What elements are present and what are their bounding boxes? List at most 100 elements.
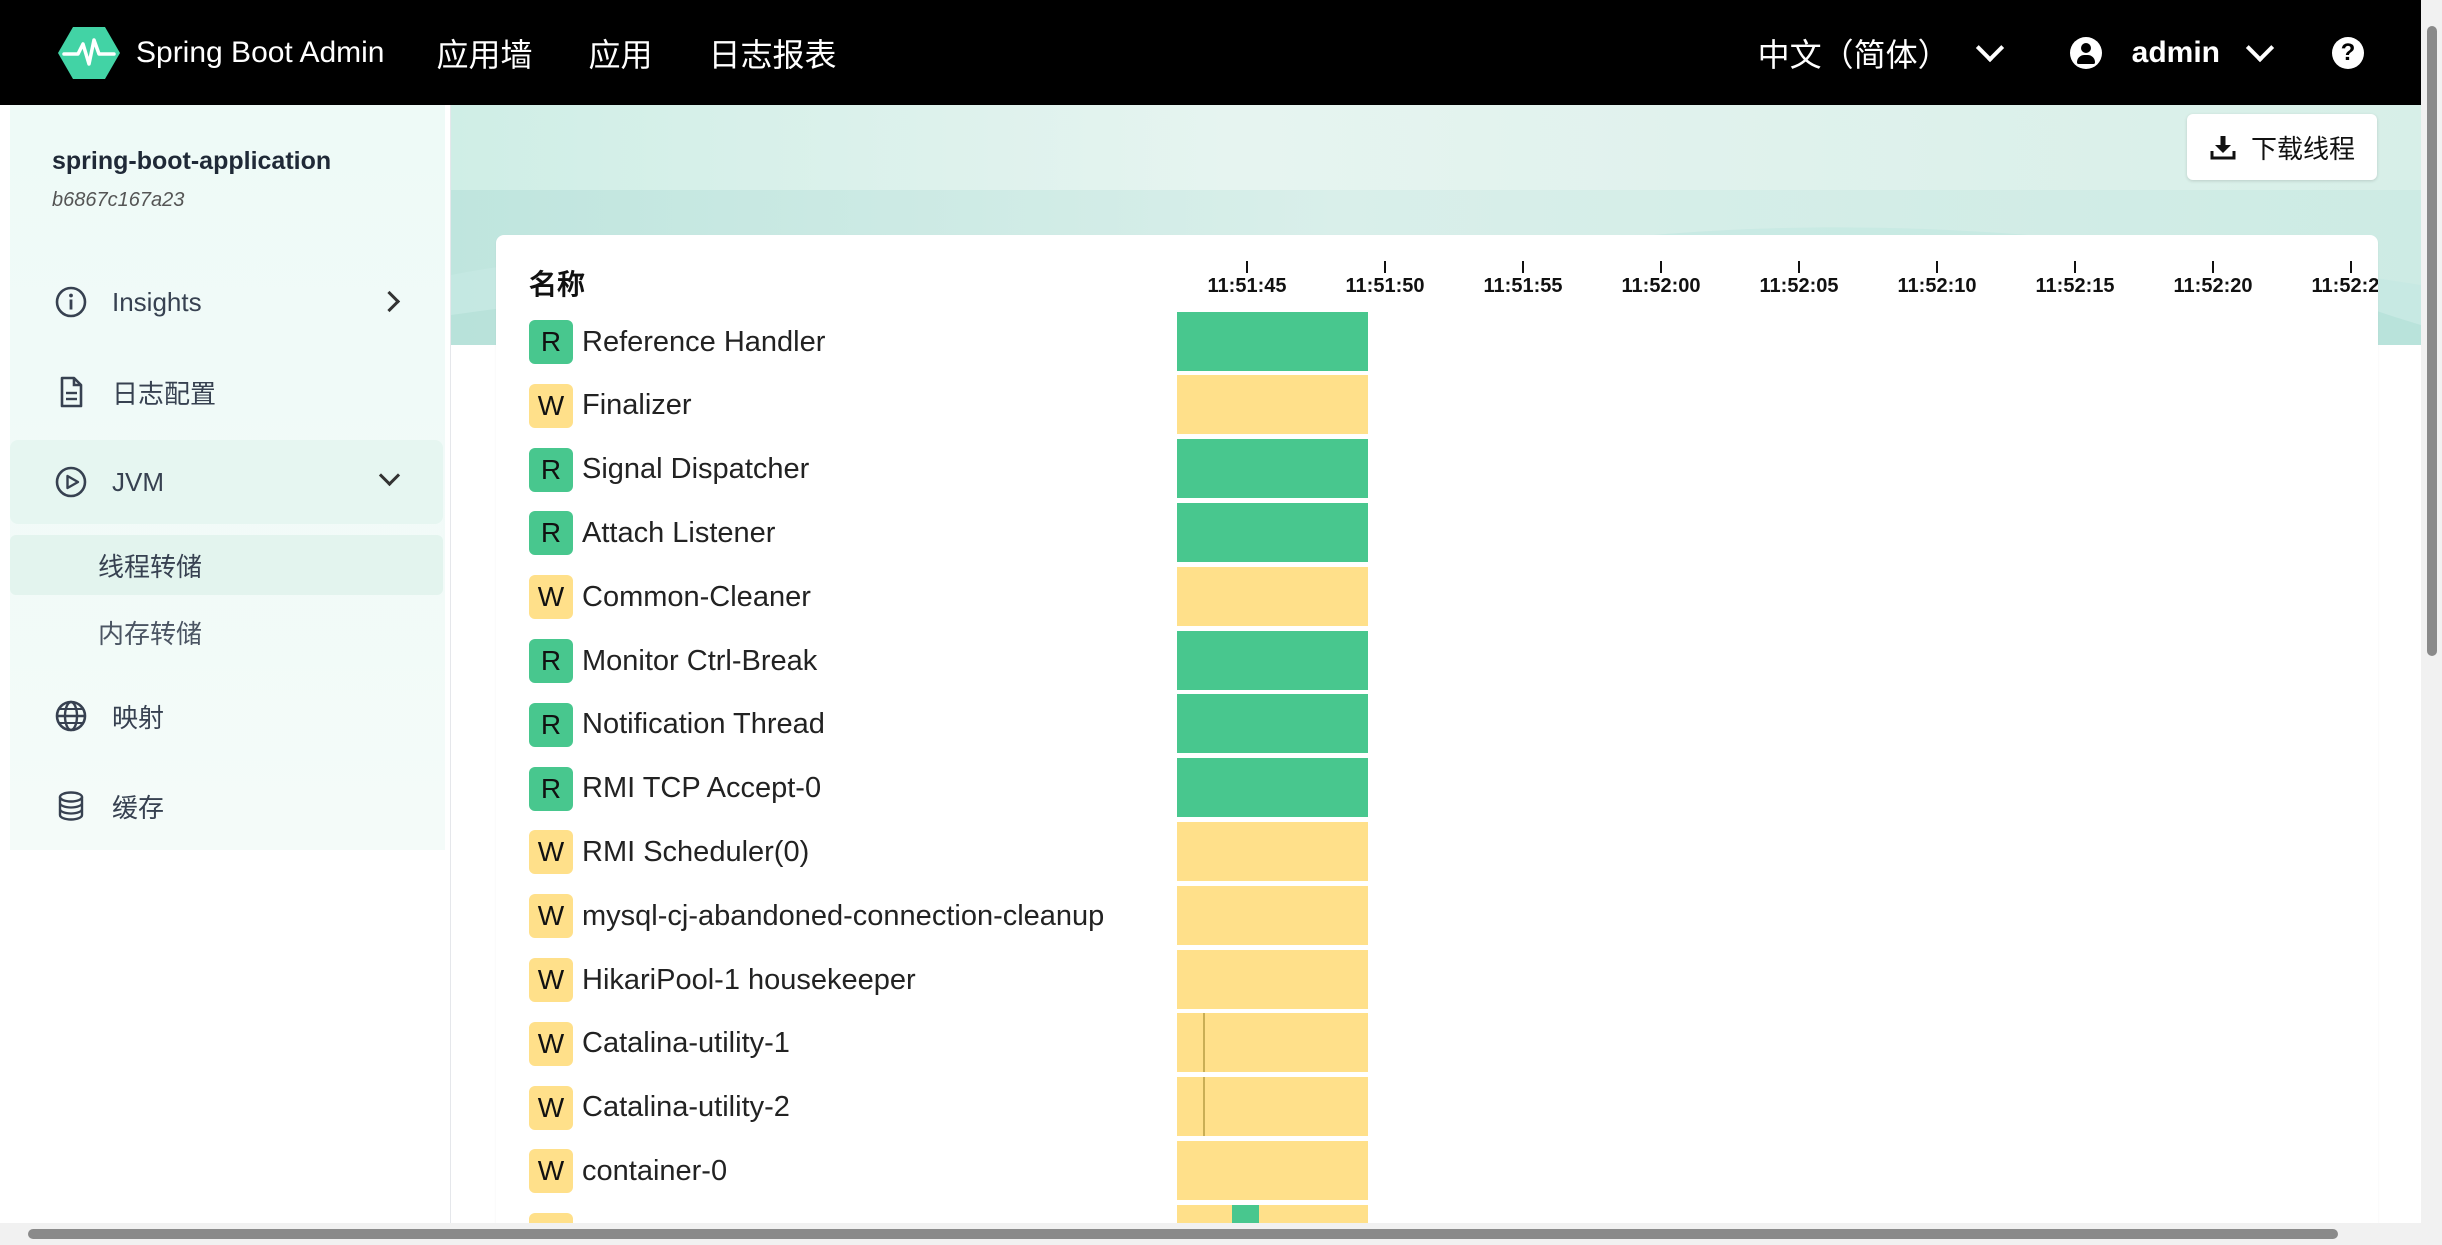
sidebar-subitem-threaddump[interactable]: 线程转储 xyxy=(10,535,443,595)
chevron-down-icon xyxy=(378,464,401,487)
thread-state-badge: W xyxy=(529,958,573,1002)
sidebar-item-caches[interactable]: 缓存 xyxy=(10,764,443,848)
spring-boot-admin-logo-icon xyxy=(58,26,120,79)
timeline-tick-mark xyxy=(2074,261,2076,273)
thread-state-badge: W xyxy=(529,1149,573,1194)
thread-state-badge: R xyxy=(529,511,573,556)
info-circle-icon xyxy=(54,285,88,319)
thread-name: RMI TCP Accept-0 xyxy=(582,772,822,805)
thread-state-badge: R xyxy=(529,702,573,747)
thread-timeline-bar[interactable] xyxy=(1177,311,1368,371)
timeline-tick-label: 11:52:00 xyxy=(1621,275,1701,297)
thread-name: mysql-cj-abandoned-connection-cleanup xyxy=(582,899,1105,932)
thread-state-badge: R xyxy=(529,639,573,683)
thread-timeline-card: 名称 11:51:45 11:51:50 11:51:55 11:52:00 11:52… xyxy=(496,235,2378,1225)
chevron-right-icon xyxy=(378,290,401,313)
thread-row[interactable]: Wcontainer-0 xyxy=(529,1141,727,1201)
thread-timeline-bar[interactable] xyxy=(1177,1013,1368,1073)
thread-timeline-bar[interactable] xyxy=(1177,439,1368,499)
sidebar-item-mappings[interactable]: 映射 xyxy=(10,674,443,758)
timeline-tick-mark xyxy=(2212,261,2214,273)
thread-name: Catalina-utility-2 xyxy=(582,1091,790,1124)
timeline-tick-mark xyxy=(2350,261,2352,273)
thread-state-badge: R xyxy=(529,447,573,492)
download-icon xyxy=(2210,136,2236,160)
sidebar-subitem-heapdump[interactable]: 内存转储 xyxy=(10,602,443,662)
language-selector[interactable]: 中文（简体） xyxy=(1758,30,2004,76)
sidebar-item-label: 映射 xyxy=(112,702,165,733)
user-menu[interactable]: admin xyxy=(2069,33,2275,70)
thread-row[interactable]: W Catalina-utility-2 xyxy=(529,1078,790,1138)
thread-row[interactable]: R Signal Dispatcher xyxy=(529,440,809,500)
brand[interactable]: Spring Boot Admin xyxy=(58,25,384,81)
vertical-scroll-thumb[interactable] xyxy=(2427,26,2437,656)
thread-row[interactable]: R Reference Handler xyxy=(529,312,825,372)
thread-row[interactable]: W Catalina-utility-1 xyxy=(529,1014,790,1074)
timeline-tick-label: 11:52:20 xyxy=(2173,275,2253,297)
header-band xyxy=(451,105,2421,190)
nav-link-journal[interactable]: 日志报表 xyxy=(709,30,837,76)
thread-timeline-bar[interactable] xyxy=(1177,566,1368,626)
thread-row[interactable]: R Attach Listener xyxy=(529,503,775,563)
timeline-tick-mark xyxy=(1246,261,1248,273)
sidebar-item-insights[interactable]: Insights xyxy=(10,260,443,344)
timeline-tick-mark xyxy=(1798,261,1800,273)
thread-state-badge: R xyxy=(529,320,573,364)
timeline-tick-label: 11:51:45 xyxy=(1207,275,1287,297)
thread-timeline-bar[interactable] xyxy=(1177,630,1368,690)
thread-timeline-bar[interactable] xyxy=(1177,1204,1368,1225)
sidebar-item-jvm[interactable]: JVM xyxy=(10,440,443,524)
thread-name: container-0 xyxy=(582,1154,728,1187)
sidebar-item-label: Insights xyxy=(112,286,202,317)
thread-row[interactable]: W RMI Scheduler(0) xyxy=(529,822,809,882)
timeline-tick-label: 11:51:55 xyxy=(1483,275,1563,297)
nav-link-applications[interactable]: 应用 xyxy=(589,30,653,76)
sidebar-item-logging[interactable]: 日志配置 xyxy=(10,350,443,434)
download-threads-button[interactable]: 下载线程 xyxy=(2187,114,2377,180)
thread-row[interactable]: Wmysql-cj-abandoned-connection-cleanup xyxy=(529,886,1104,946)
thread-timeline-bar[interactable] xyxy=(1177,502,1368,562)
thread-timeline-bar[interactable] xyxy=(1177,1140,1368,1200)
chevron-down-icon xyxy=(1975,33,2004,62)
thread-name: Reference Handler xyxy=(582,325,826,358)
thread-state-change-marker xyxy=(1203,1013,1205,1073)
thread-timeline-bar[interactable] xyxy=(1177,758,1368,818)
thread-timeline-bar[interactable] xyxy=(1177,1077,1368,1137)
thread-row[interactable]: W Finalizer xyxy=(529,376,692,436)
help-icon[interactable]: ? xyxy=(2332,36,2364,69)
thread-timeline-bar[interactable] xyxy=(1177,885,1368,945)
thread-state-badge: W xyxy=(529,894,573,939)
user-circle-icon xyxy=(2069,36,2102,69)
thread-runnable-segment xyxy=(1232,1204,1259,1225)
timeline-tick-mark xyxy=(1522,261,1524,273)
timeline-tick-mark xyxy=(1660,261,1662,273)
thread-name: Catalina-utility-1 xyxy=(582,1027,790,1060)
timeline-tick-label: 11:52:10 xyxy=(1897,275,1977,297)
vertical-scrollbar[interactable] xyxy=(2421,0,2442,1245)
horizontal-scrollbar[interactable] xyxy=(0,1223,2421,1245)
thread-row[interactable]: W Common-Cleaner xyxy=(529,567,811,627)
thread-row[interactable]: R RMI TCP Accept-0 xyxy=(529,759,821,819)
thread-state-change-marker xyxy=(1203,1077,1205,1137)
thread-row[interactable]: R Monitor Ctrl-Break xyxy=(529,631,817,691)
sidebar: spring-boot-application b6867c167a23 Ins… xyxy=(0,105,451,1245)
globe-icon xyxy=(54,699,88,733)
sidebar-item-label: JVM xyxy=(112,466,164,497)
navbar-right: 中文（简体） admin ? xyxy=(1758,0,2442,105)
thread-state-badge: W xyxy=(529,575,573,620)
timeline-tick-label: 11:52:25 xyxy=(2311,275,2378,297)
thread-row[interactable]: W HikariPool-1 housekeeper xyxy=(529,950,916,1010)
thread-row[interactable]: R Notification Thread xyxy=(529,695,825,755)
thread-timeline-bar[interactable] xyxy=(1177,949,1368,1009)
nav-link-wallboard[interactable]: 应用墙 xyxy=(436,30,532,76)
thread-timeline-bar[interactable] xyxy=(1177,375,1368,435)
play-circle-icon xyxy=(54,465,88,499)
top-navbar: Spring Boot Admin 应用墙 应用 日志报表 中文（简体） adm… xyxy=(0,0,2442,105)
sidebar-item-label: 日志配置 xyxy=(112,378,217,409)
username: admin xyxy=(2131,35,2220,69)
thread-timeline-bar[interactable] xyxy=(1177,821,1368,881)
horizontal-scroll-thumb[interactable] xyxy=(28,1229,2338,1239)
timeline-tick-mark xyxy=(1936,261,1938,273)
thread-timeline-bar[interactable] xyxy=(1177,694,1368,754)
thread-state-badge: W xyxy=(529,1021,573,1066)
